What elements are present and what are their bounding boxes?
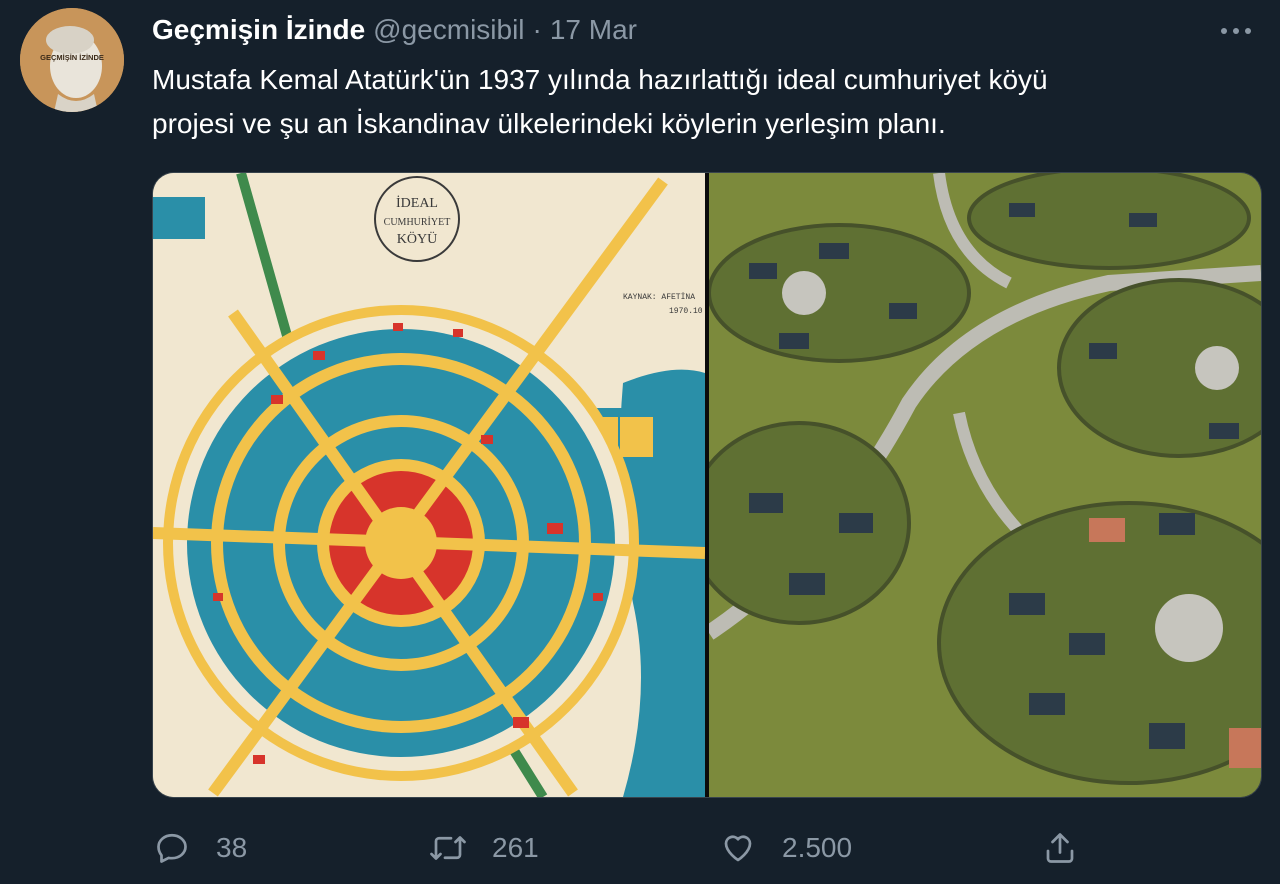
reply-icon <box>152 828 192 868</box>
tweet-media[interactable]: İDEAL CUMHURİYET KÖYÜ KAYNAK: AFETİNA 19… <box>152 172 1262 798</box>
share-icon <box>1040 828 1080 868</box>
tweet-text: Mustafa Kemal Atatürk'ün 1937 yılında ha… <box>152 58 1252 146</box>
more-options-icon <box>1221 28 1251 34</box>
like-button[interactable]: 2.500 <box>718 822 852 874</box>
like-count: 2.500 <box>782 832 853 863</box>
avatar-logo-text: GEÇMİŞİN İZİNDE <box>40 53 104 62</box>
tweet-header: Geçmişin İzinde @gecmisibil · 17 Mar <box>152 14 637 48</box>
author-name[interactable]: Geçmişin İzinde <box>152 14 365 46</box>
scandinavian-village-photo[interactable] <box>709 173 1261 797</box>
village-plan-drawing: İDEAL CUMHURİYET KÖYÜ KAYNAK: AFETİNA 19… <box>153 173 705 797</box>
tweet-text-line-1: Mustafa Kemal Atatürk'ün 1937 yılında ha… <box>152 64 1048 95</box>
map-title-line-2: CUMHURİYET <box>384 216 451 228</box>
author-avatar[interactable]: GEÇMİŞİN İZİNDE <box>20 8 124 112</box>
retweet-count: 261 <box>492 832 539 863</box>
header-separator: · <box>532 14 542 45</box>
aerial-photo-drawing <box>709 173 1261 797</box>
heart-icon <box>718 828 758 868</box>
author-handle[interactable]: @gecmisibil <box>373 14 524 46</box>
retweet-icon <box>428 828 468 868</box>
map-source-line-1: KAYNAK: AFETİNA <box>623 293 695 302</box>
map-source-line-2: 1970.10 <box>669 307 703 316</box>
avatar-bust-image: GEÇMİŞİN İZİNDE <box>20 8 124 112</box>
village-plan-image[interactable]: İDEAL CUMHURİYET KÖYÜ KAYNAK: AFETİNA 19… <box>153 173 705 797</box>
map-title-line-1: İDEAL <box>396 195 438 211</box>
reply-button[interactable]: 38 <box>152 822 247 874</box>
share-button[interactable] <box>1040 822 1080 874</box>
tweet-text-line-2: projesi ve şu an İskandinav ülkelerindek… <box>152 108 946 139</box>
tweet-timestamp[interactable]: 17 Mar <box>550 14 637 46</box>
map-title-line-3: KÖYÜ <box>397 230 437 247</box>
more-options-button[interactable] <box>1216 14 1256 48</box>
retweet-button[interactable]: 261 <box>428 822 539 874</box>
reply-count: 38 <box>216 832 248 863</box>
tweet-actions: 38 261 2.500 <box>152 822 1260 874</box>
